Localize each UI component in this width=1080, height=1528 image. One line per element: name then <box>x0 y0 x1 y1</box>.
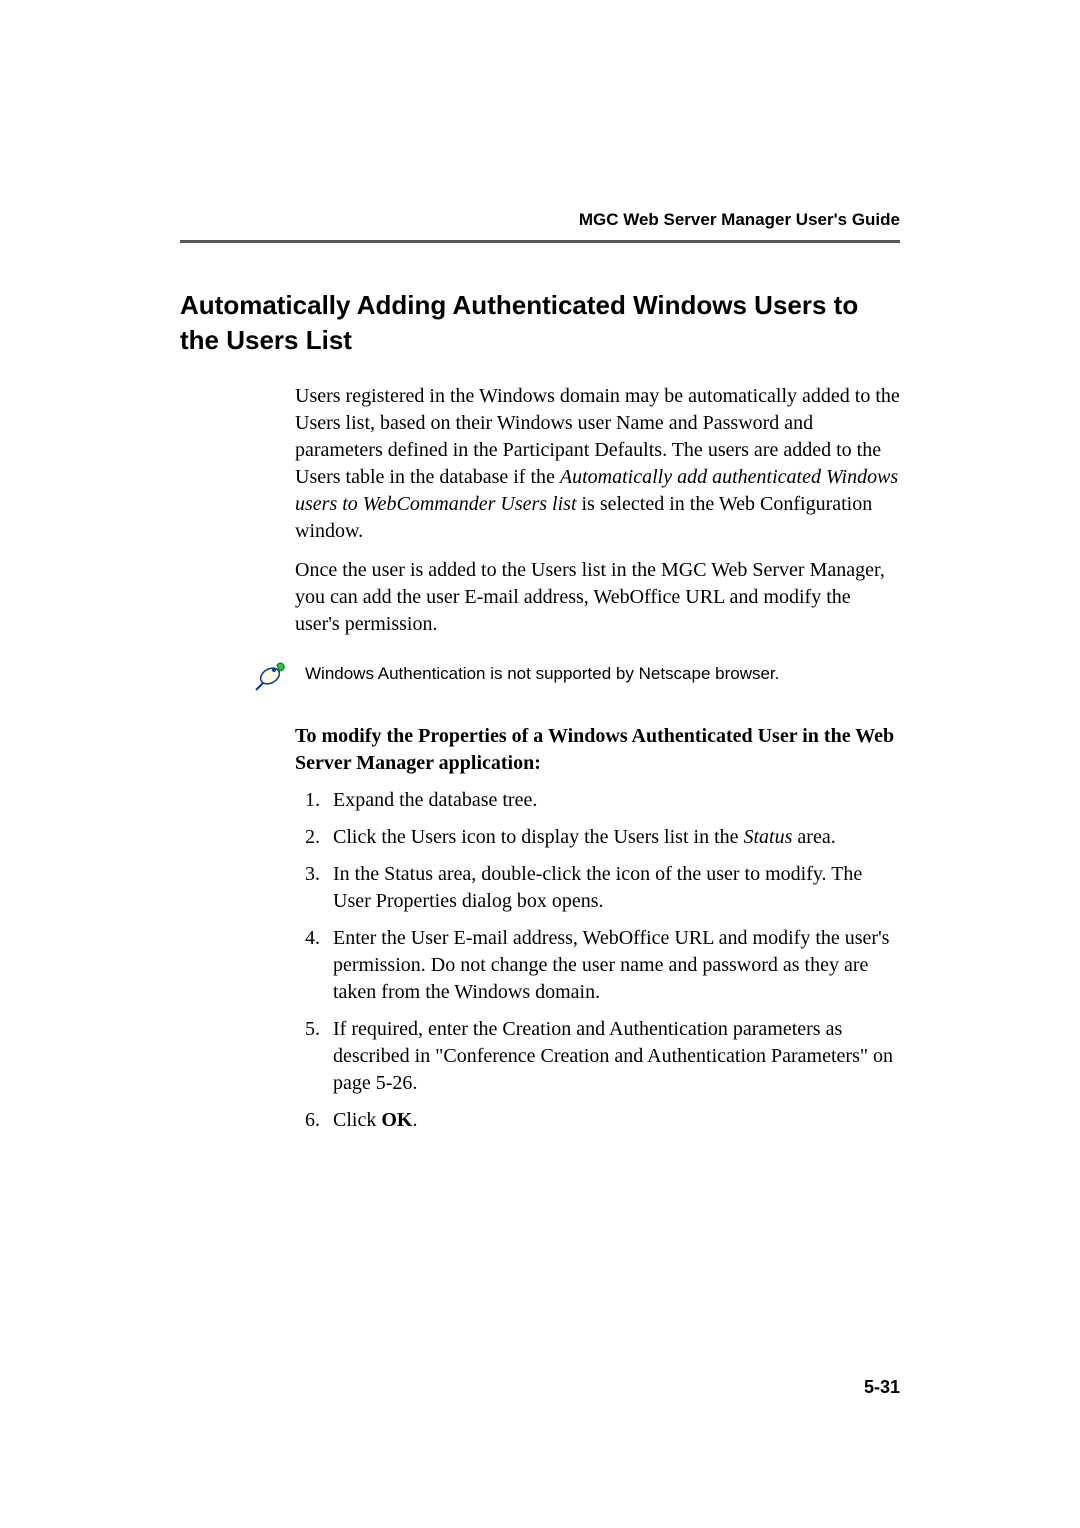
step-2: Click the Users icon to display the User… <box>325 824 900 851</box>
step-5: If required, enter the Creation and Auth… <box>325 1016 900 1097</box>
intro-paragraph-1: Users registered in the Windows domain m… <box>295 383 900 545</box>
note-pin-icon <box>250 656 290 701</box>
step-3: In the Status area, double-click the ico… <box>325 861 900 915</box>
step-2-italic: Status <box>744 826 793 848</box>
step-3-text: In the Status area, double-click the ico… <box>333 863 862 912</box>
note-block: Windows Authentication is not supported … <box>250 656 900 701</box>
step-1: Expand the database tree. <box>325 787 900 814</box>
intro-paragraph-2: Once the user is added to the Users list… <box>295 557 900 638</box>
step-5-text: If required, enter the Creation and Auth… <box>333 1018 893 1094</box>
header-rule <box>180 240 900 243</box>
page-number: 5-31 <box>864 1377 900 1398</box>
step-1-text: Expand the database tree. <box>333 789 537 811</box>
step-4-text: Enter the User E-mail address, WebOffice… <box>333 927 889 1003</box>
step-2-post: area. <box>792 826 835 848</box>
step-6-bold: OK <box>381 1109 412 1131</box>
procedure-subheading: To modify the Properties of a Windows Au… <box>295 723 900 777</box>
procedure-steps: Expand the database tree. Click the User… <box>295 787 900 1134</box>
step-2-pre: Click the Users icon to display the User… <box>333 826 744 848</box>
running-header: MGC Web Server Manager User's Guide <box>180 210 900 230</box>
step-6: Click OK. <box>325 1107 900 1134</box>
note-text: Windows Authentication is not supported … <box>305 664 779 684</box>
step-6-post: . <box>412 1109 417 1131</box>
section-title: Automatically Adding Authenticated Windo… <box>180 288 900 358</box>
step-6-pre: Click <box>333 1109 381 1131</box>
step-4: Enter the User E-mail address, WebOffice… <box>325 925 900 1006</box>
